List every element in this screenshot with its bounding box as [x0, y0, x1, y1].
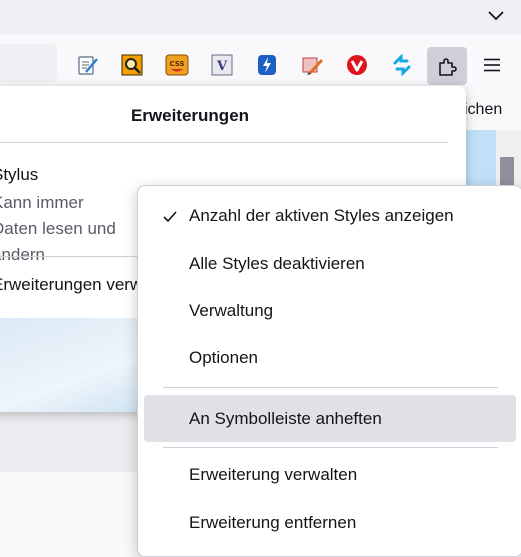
bolt-icon	[258, 55, 276, 75]
pen-icon	[302, 57, 323, 75]
magnifier-extension-button[interactable]	[118, 51, 146, 79]
css-icon: CSS	[165, 54, 189, 76]
panel-divider-lower	[0, 256, 140, 257]
url-bar[interactable]	[0, 44, 57, 82]
panel-title: Erweiterungen	[130, 106, 250, 125]
menu-item-options[interactable]: Optionen	[144, 337, 516, 381]
menu-separator	[163, 387, 498, 388]
stylus-button[interactable]	[74, 51, 102, 79]
hamburger-menu-icon	[484, 58, 500, 72]
svg-text:V: V	[216, 59, 228, 74]
vivaldi-icon	[347, 55, 367, 75]
menu-item-label: Verwaltung	[189, 301, 274, 320]
svg-text:CSS: CSS	[169, 60, 184, 68]
puzzle-icon	[439, 58, 457, 76]
menu-item-label: Erweiterung entfernen	[189, 513, 357, 532]
checkmark-icon	[163, 211, 177, 223]
menu-item-manage-extension[interactable]: Erweiterung verwalten	[144, 454, 516, 498]
menu-item-disable-all-styles[interactable]: Alle Styles deaktivieren	[144, 243, 516, 287]
magnifier-icon	[121, 54, 143, 76]
menu-item-label: Alle Styles deaktivieren	[189, 254, 365, 273]
page-background-block	[0, 412, 150, 472]
vivaldi-extension-button[interactable]	[343, 51, 371, 79]
extension-context-menu: Anzahl der aktiven Styles anzeigen Alle …	[137, 185, 521, 557]
menu-item-label: An Symbolleiste anheften	[189, 409, 382, 428]
v-extension-button[interactable]: V	[208, 51, 236, 79]
pen-extension-button[interactable]	[298, 51, 326, 79]
extensions-button[interactable]	[427, 47, 467, 85]
sync-extension-button[interactable]	[388, 51, 416, 79]
menu-item-label: Optionen	[189, 348, 258, 367]
tab-strip	[0, 0, 521, 34]
menu-item-label: Erweiterung verwalten	[189, 465, 358, 484]
sync-arrows-icon	[393, 54, 411, 76]
bolt-extension-button[interactable]	[253, 51, 281, 79]
menu-item-remove-extension[interactable]: Erweiterung entfernen	[144, 502, 516, 546]
page-image-strip	[466, 130, 496, 190]
menu-item-show-active-count[interactable]: Anzahl der aktiven Styles anzeigen	[144, 195, 516, 239]
extension-name[interactable]: Stylus	[0, 165, 38, 185]
menu-separator	[163, 447, 498, 448]
menu-item-label: Anzahl der aktiven Styles anzeigen	[189, 206, 454, 225]
menu-item-pin-to-toolbar[interactable]: An Symbolleiste anheften	[144, 395, 516, 442]
bookmark-label-partial[interactable]: ichen	[464, 101, 502, 119]
chevron-down-icon	[488, 11, 504, 21]
stylus-icon	[78, 56, 98, 75]
menu-item-manage[interactable]: Verwaltung	[144, 290, 516, 334]
app-menu-button[interactable]	[478, 51, 506, 79]
panel-divider	[0, 142, 448, 143]
tab-list-button[interactable]	[481, 2, 511, 30]
v-icon: V	[211, 54, 233, 76]
css-extension-button[interactable]: CSS	[163, 51, 191, 79]
